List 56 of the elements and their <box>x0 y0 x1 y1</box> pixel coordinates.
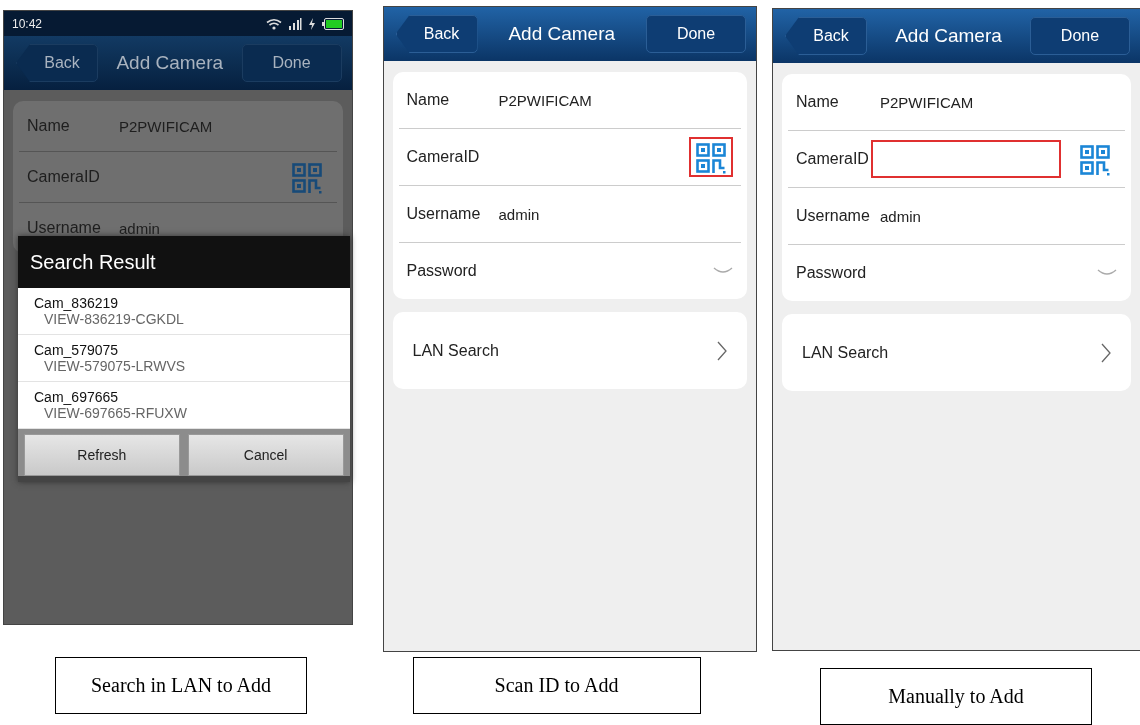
lan-search-item[interactable]: LAN Search <box>392 312 747 389</box>
caption: Manually to Add <box>820 668 1092 725</box>
field-value: P2PWIFICAM <box>119 117 213 135</box>
refresh-button[interactable]: Refresh <box>24 434 180 476</box>
field-label: Password <box>796 264 868 282</box>
wifi-icon <box>265 17 282 30</box>
back-button[interactable]: Back <box>16 44 98 82</box>
done-button[interactable]: Done <box>1030 17 1130 55</box>
caption: Scan ID to Add <box>412 657 701 714</box>
lan-search-label: LAN Search <box>412 341 499 360</box>
screen-title: Add Camera <box>508 23 616 45</box>
camera-list-item[interactable]: Cam_836219 VIEW-836219-CGKDL <box>18 288 350 335</box>
camera-name: Cam_579075 <box>34 342 120 358</box>
lan-search-item[interactable]: LAN Search <box>782 314 1131 391</box>
lan-search-label: LAN Search <box>802 343 889 362</box>
field-label: Username <box>796 207 871 225</box>
chevron-down-icon <box>713 267 733 275</box>
field-label: Name <box>27 117 71 135</box>
screen-title: Add Camera <box>116 52 224 74</box>
field-label: CameraID <box>406 148 481 166</box>
camera-list-item[interactable]: Cam_697665 VIEW-697665-RFUXW <box>18 382 350 429</box>
back-button[interactable]: Back <box>785 17 867 55</box>
field-label: Username <box>406 205 482 223</box>
field-label: Username <box>27 219 102 237</box>
field-label: Name <box>406 91 451 109</box>
screen-title: Add Camera <box>895 25 1002 47</box>
field-label: CameraID <box>796 150 870 168</box>
chevron-right-icon <box>1101 342 1111 363</box>
caption: Search in LAN to Add <box>55 657 307 714</box>
field-label: CameraID <box>27 168 101 186</box>
charging-icon <box>307 17 316 30</box>
done-button[interactable]: Done <box>241 44 342 82</box>
camera-list-item[interactable]: Cam_579075 VIEW-579075-LRWVS <box>18 335 350 382</box>
camera-name: Cam_836219 <box>34 295 120 311</box>
done-button[interactable]: Done <box>646 15 746 53</box>
chevron-right-icon <box>717 340 727 361</box>
camera-id: VIEW-697665-RFUXW <box>43 405 188 421</box>
status-time: 10:42 <box>12 16 43 31</box>
chevron-down-icon <box>1097 269 1117 277</box>
field-value: admin <box>119 219 160 237</box>
camera-id: VIEW-579075-LRWVS <box>43 358 187 374</box>
camera-id: VIEW-836219-CGKDL <box>43 311 185 327</box>
field-value: admin <box>880 207 921 225</box>
field-value: P2PWIFICAM <box>880 93 974 111</box>
camera-name: Cam_697665 <box>34 389 120 405</box>
field-value: P2PWIFICAM <box>498 91 592 109</box>
signal-icon <box>287 17 302 30</box>
field-value: admin <box>498 205 540 223</box>
back-button[interactable]: Back <box>395 15 478 53</box>
camera-id-field[interactable] <box>871 140 1061 178</box>
battery-icon <box>321 17 344 30</box>
cancel-button[interactable]: Cancel <box>187 434 344 476</box>
dialog-title: Search Result <box>18 236 350 288</box>
qr-code-icon[interactable] <box>689 137 733 177</box>
field-label: Name <box>796 93 840 111</box>
field-label: Password <box>406 262 478 280</box>
